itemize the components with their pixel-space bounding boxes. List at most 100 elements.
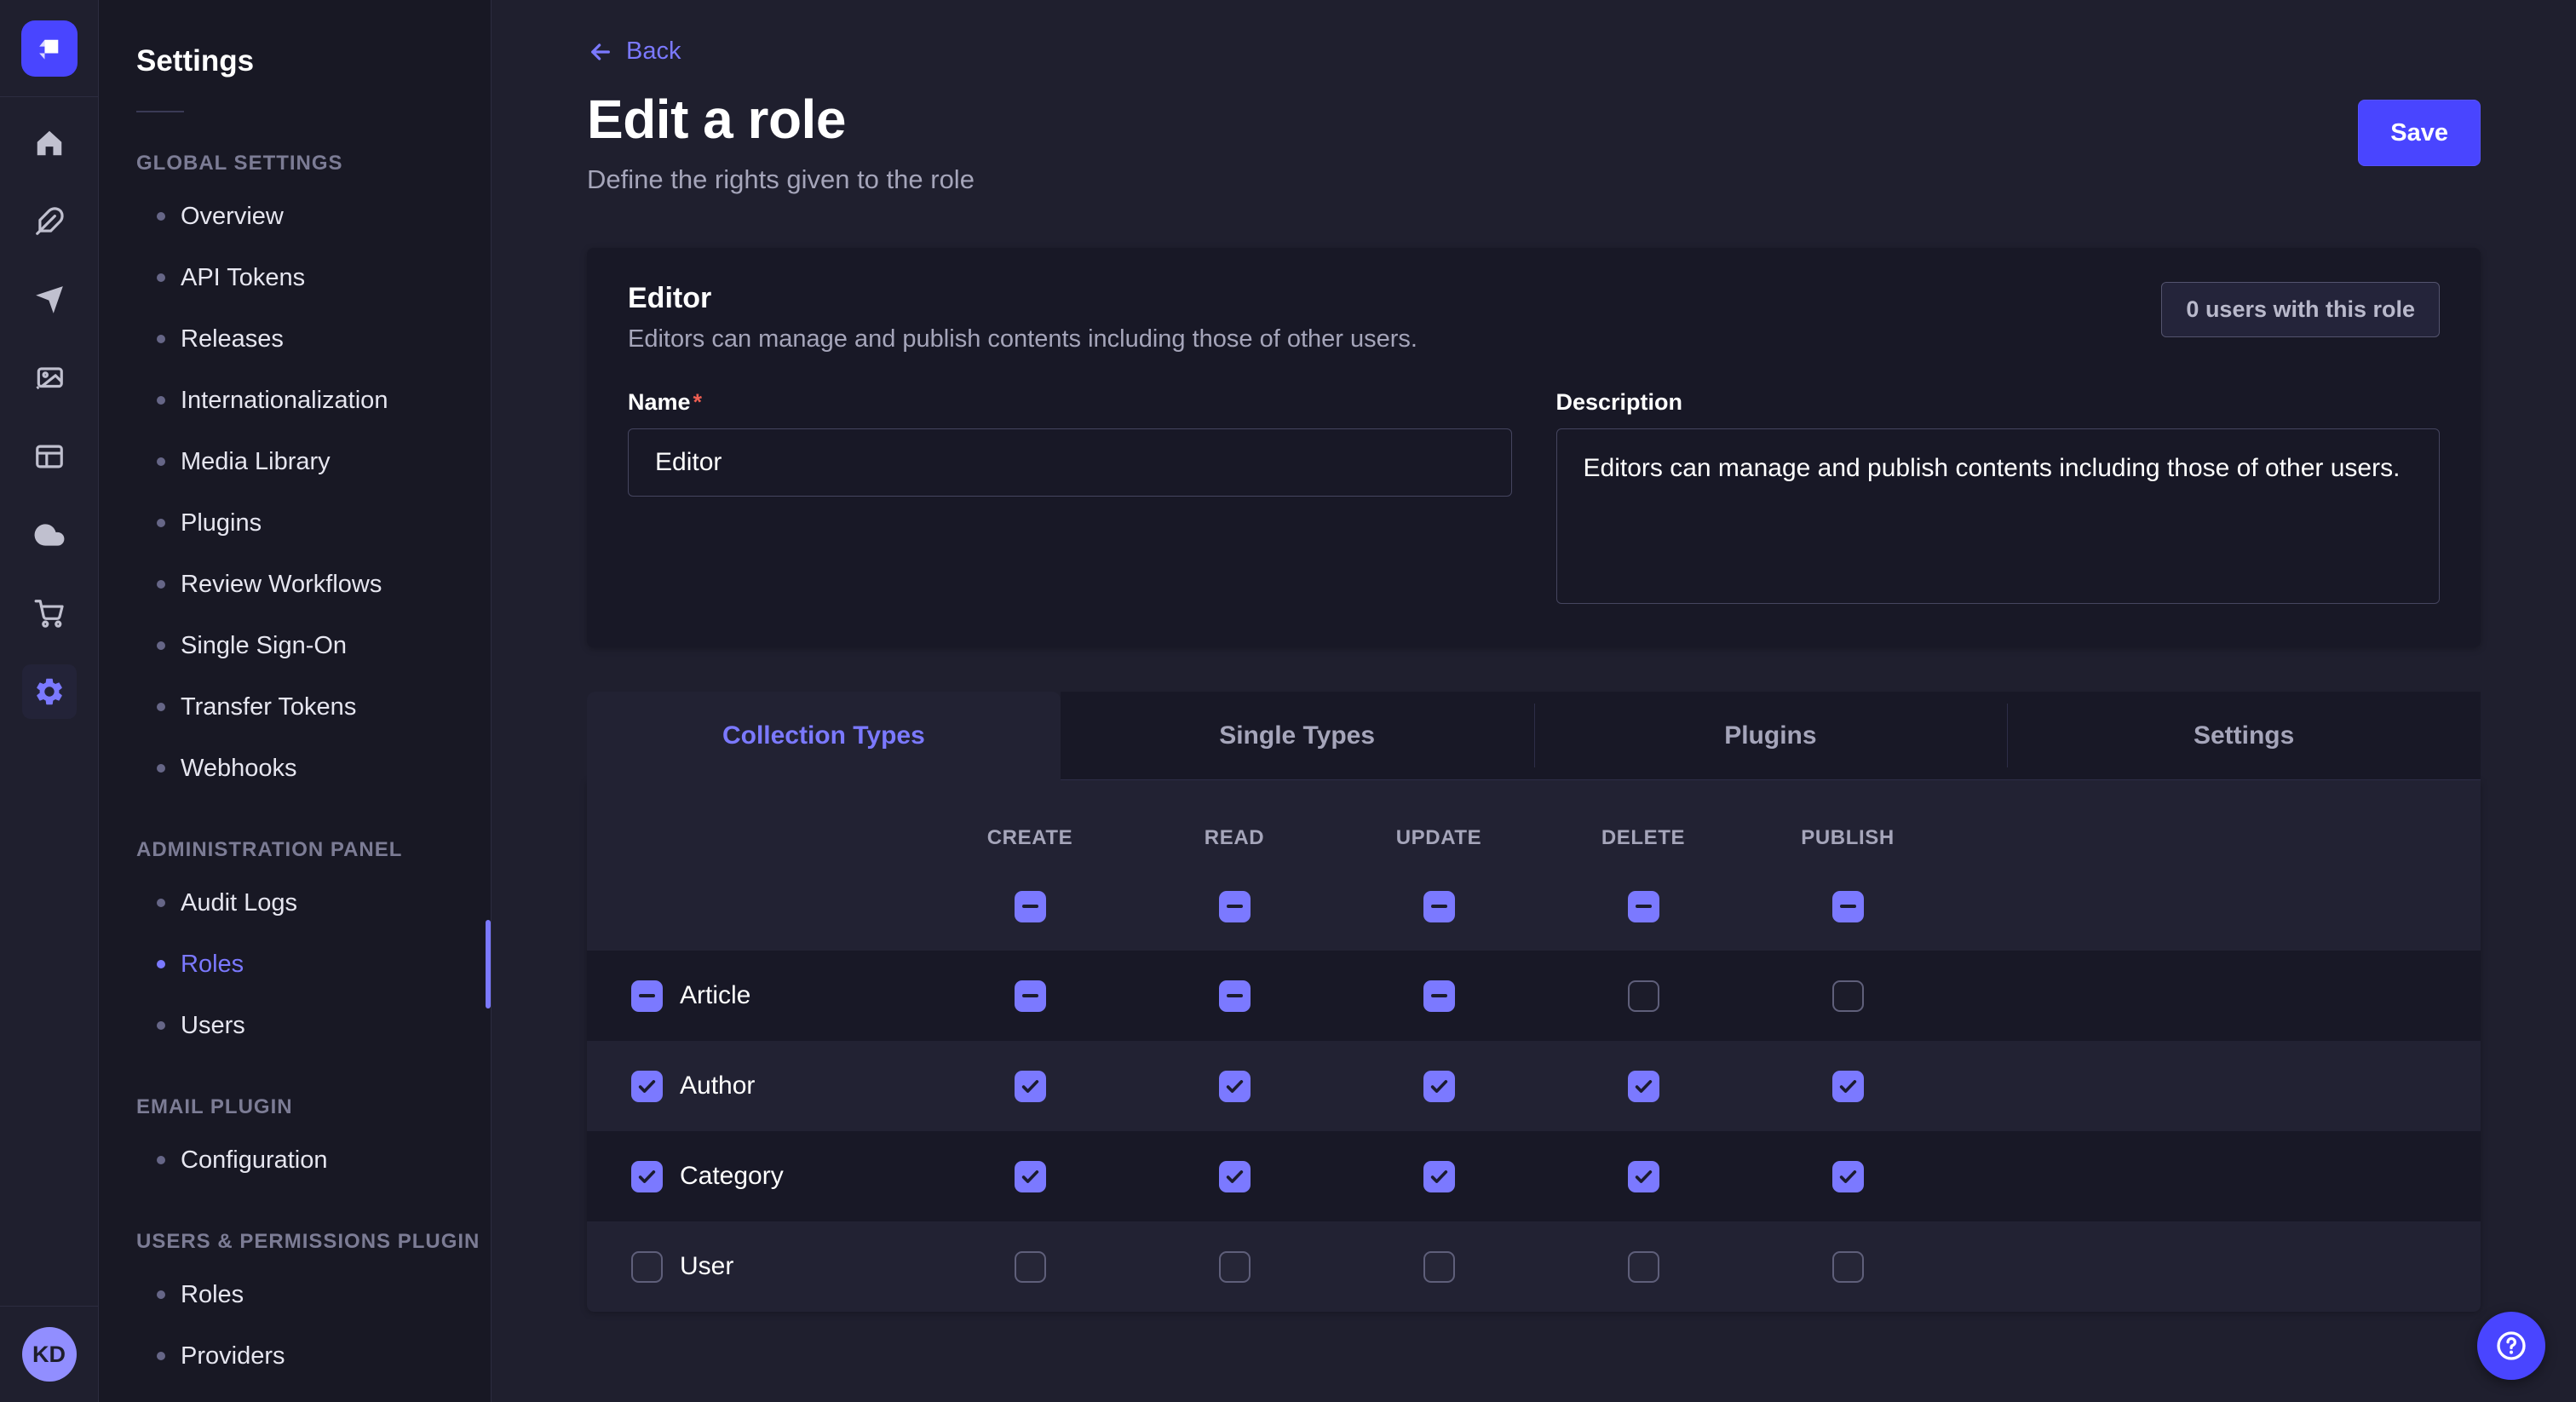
select-all-publish-checkbox[interactable] — [1832, 891, 1864, 922]
sidebar-item-label: API Tokens — [181, 264, 305, 292]
row-author-checkbox[interactable] — [631, 1071, 663, 1102]
feather-icon[interactable] — [22, 194, 77, 249]
cart-icon[interactable] — [22, 586, 77, 641]
subnav-section-email-plugin: EMAIL PLUGIN Configuration — [99, 1095, 491, 1191]
name-field-label: Name* — [628, 389, 1512, 416]
perm-category-create-checkbox[interactable] — [1015, 1161, 1046, 1192]
media-icon[interactable] — [22, 351, 77, 405]
perm-author-create-checkbox[interactable] — [1015, 1071, 1046, 1102]
permission-row-category: Category — [587, 1131, 2481, 1221]
perm-user-update-checkbox[interactable] — [1423, 1251, 1455, 1283]
sidebar-item-single-sign-on[interactable]: Single Sign-On — [99, 615, 491, 676]
perm-user-create-checkbox[interactable] — [1015, 1251, 1046, 1283]
cloud-icon[interactable] — [22, 508, 77, 562]
perm-article-delete-checkbox[interactable] — [1628, 980, 1659, 1012]
settings-subnav: Settings GLOBAL SETTINGSOverviewAPI Toke… — [99, 0, 492, 1402]
perm-author-publish-checkbox[interactable] — [1832, 1071, 1864, 1102]
sidebar-item-label: Providers — [181, 1342, 285, 1370]
back-label: Back — [626, 37, 681, 66]
app-icon-sidebar: KD — [0, 0, 99, 1402]
bullet-icon — [157, 1021, 165, 1030]
layout-icon[interactable] — [22, 429, 77, 484]
page-title: Edit a role — [587, 88, 975, 151]
users-count-badge[interactable]: 0 users with this role — [2161, 282, 2440, 337]
perm-article-publish-checkbox[interactable] — [1832, 980, 1864, 1012]
perm-user-read-checkbox[interactable] — [1219, 1251, 1251, 1283]
sidebar-item-label: Releases — [181, 325, 284, 353]
perm-author-delete-checkbox[interactable] — [1628, 1071, 1659, 1102]
sidebar-item-audit-logs[interactable]: Audit Logs — [99, 872, 491, 934]
role-card-subtitle: Editors can manage and publish contents … — [628, 325, 1417, 353]
row-category-checkbox[interactable] — [631, 1161, 663, 1192]
sidebar-item-internationalization[interactable]: Internationalization — [99, 370, 491, 431]
select-all-create-checkbox[interactable] — [1015, 891, 1046, 922]
row-user-checkbox[interactable] — [631, 1251, 663, 1283]
paper-plane-icon[interactable] — [22, 273, 77, 327]
sidebar-item-label: Media Library — [181, 448, 331, 476]
tab-collection-types[interactable]: Collection Types — [587, 692, 1061, 780]
sidebar-item-transfer-tokens[interactable]: Transfer Tokens — [99, 676, 491, 738]
bullet-icon — [157, 960, 165, 968]
tab-plugins[interactable]: Plugins — [1534, 692, 2008, 780]
row-label: Article — [680, 981, 750, 1010]
section-label: EMAIL PLUGIN — [99, 1095, 491, 1119]
perm-article-create-checkbox[interactable] — [1015, 980, 1046, 1012]
perm-user-publish-checkbox[interactable] — [1832, 1251, 1864, 1283]
page-subtitle: Define the rights given to the role — [587, 164, 975, 195]
perm-category-update-checkbox[interactable] — [1423, 1161, 1455, 1192]
description-field-label: Description — [1556, 389, 2441, 416]
sidebar-item-api-tokens[interactable]: API Tokens — [99, 247, 491, 308]
sidebar-item-media-library[interactable]: Media Library — [99, 431, 491, 492]
perm-category-publish-checkbox[interactable] — [1832, 1161, 1864, 1192]
sidebar-item-review-workflows[interactable]: Review Workflows — [99, 554, 491, 615]
sidebar-item-webhooks[interactable]: Webhooks — [99, 738, 491, 799]
sidebar-item-label: Configuration — [181, 1146, 328, 1175]
sidebar-item-overview[interactable]: Overview — [99, 186, 491, 247]
tab-single-types[interactable]: Single Types — [1061, 692, 1534, 780]
perm-author-read-checkbox[interactable] — [1219, 1071, 1251, 1102]
strapi-logo[interactable] — [21, 20, 78, 77]
section-label: GLOBAL SETTINGS — [99, 152, 491, 175]
section-label: ADMINISTRATION PANEL — [99, 838, 491, 862]
sidebar-item-roles[interactable]: Roles — [99, 1264, 491, 1325]
bullet-icon — [157, 580, 165, 589]
bullet-icon — [157, 899, 165, 907]
permission-row-author: Author — [587, 1041, 2481, 1131]
row-label: User — [680, 1252, 733, 1281]
perm-article-update-checkbox[interactable] — [1423, 980, 1455, 1012]
home-icon[interactable] — [22, 116, 77, 170]
perm-author-update-checkbox[interactable] — [1423, 1071, 1455, 1102]
column-header-publish: Publish — [1801, 826, 1895, 850]
row-article-checkbox[interactable] — [631, 980, 663, 1012]
perm-category-delete-checkbox[interactable] — [1628, 1161, 1659, 1192]
role-description-textarea[interactable]: Editors can manage and publish contents … — [1556, 428, 2441, 604]
perm-article-read-checkbox[interactable] — [1219, 980, 1251, 1012]
sidebar-item-roles[interactable]: Roles — [99, 934, 491, 995]
back-link[interactable]: Back — [587, 37, 681, 66]
perm-user-delete-checkbox[interactable] — [1628, 1251, 1659, 1283]
gear-icon[interactable] — [22, 664, 77, 719]
bullet-icon — [157, 641, 165, 650]
sidebar-item-providers[interactable]: Providers — [99, 1325, 491, 1387]
arrow-left-icon — [587, 38, 614, 66]
role-name-input[interactable] — [628, 428, 1512, 497]
bullet-icon — [157, 396, 165, 405]
sidebar-item-releases[interactable]: Releases — [99, 308, 491, 370]
sidebar-item-plugins[interactable]: Plugins — [99, 492, 491, 554]
sidebar-item-label: Plugins — [181, 509, 262, 537]
select-all-read-checkbox[interactable] — [1219, 891, 1251, 922]
help-button[interactable] — [2477, 1312, 2545, 1380]
question-mark-icon — [2494, 1329, 2528, 1363]
sidebar-item-users[interactable]: Users — [99, 995, 491, 1056]
tab-settings[interactable]: Settings — [2007, 692, 2481, 780]
sidebar-item-label: Review Workflows — [181, 571, 382, 599]
bullet-icon — [157, 1290, 165, 1299]
row-label: Category — [680, 1162, 784, 1191]
select-all-update-checkbox[interactable] — [1423, 891, 1455, 922]
strapi-logo-glyph — [33, 32, 66, 65]
save-button[interactable]: Save — [2358, 100, 2481, 166]
select-all-delete-checkbox[interactable] — [1628, 891, 1659, 922]
avatar[interactable]: KD — [22, 1327, 77, 1382]
perm-category-read-checkbox[interactable] — [1219, 1161, 1251, 1192]
sidebar-item-configuration[interactable]: Configuration — [99, 1129, 491, 1191]
